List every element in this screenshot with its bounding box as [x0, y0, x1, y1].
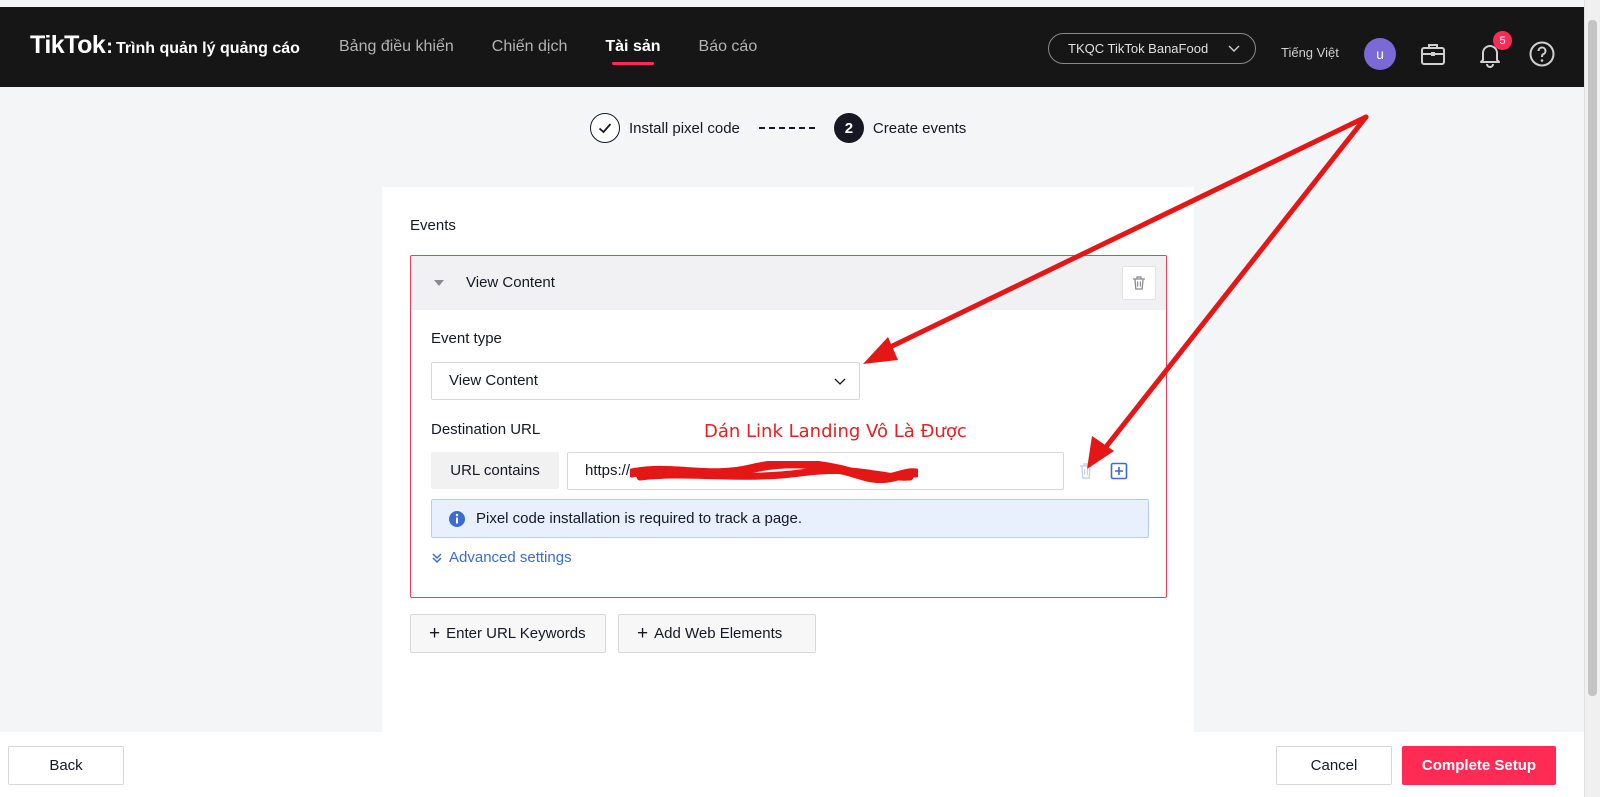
advanced-settings-label: Advanced settings — [449, 549, 572, 566]
nav-dashboard[interactable]: Bảng điều khiển — [339, 7, 454, 87]
account-selector[interactable]: TKQC TikTok BanaFood — [1048, 33, 1256, 64]
plus-icon: + — [429, 623, 441, 644]
footer-action-bar: Back Cancel Complete Setup — [0, 732, 1584, 797]
annotation-caption: Dán Link Landing Vô Là Được — [704, 421, 967, 442]
notice-text: Pixel code installation is required to t… — [476, 510, 803, 527]
add-url-icon[interactable] — [1109, 461, 1129, 481]
event-type-label: Event type — [431, 330, 502, 347]
info-icon — [449, 511, 465, 527]
complete-setup-button[interactable]: Complete Setup — [1402, 746, 1556, 785]
pixel-required-notice: Pixel code installation is required to t… — [431, 499, 1149, 538]
chevron-down-icon — [834, 378, 846, 385]
logo-wordmark: TikTok — [30, 31, 106, 59]
step-number-indicator: 2 — [833, 113, 864, 143]
scrollbar-thumb[interactable] — [1588, 20, 1597, 696]
event-panel-header[interactable]: View Content — [411, 256, 1166, 310]
logo-subtitle: Trình quản lý quảng cáo — [115, 40, 300, 57]
enter-url-keywords-button[interactable]: + Enter URL Keywords — [410, 614, 606, 653]
collapse-caret-icon[interactable] — [434, 280, 444, 286]
logo-colon: : — [106, 36, 113, 58]
delete-event-button[interactable] — [1122, 266, 1156, 300]
double-chevron-down-icon — [432, 552, 442, 563]
nav-campaigns[interactable]: Chiến dịch — [492, 7, 568, 87]
event-type-select[interactable]: View Content — [431, 362, 860, 400]
help-icon[interactable] — [1528, 40, 1556, 68]
tiktok-ads-logo[interactable]: TikTok : Trình quản lý quảng cáo — [30, 31, 300, 60]
user-avatar[interactable]: u — [1364, 38, 1396, 70]
nav-assets[interactable]: Tài sản — [605, 7, 661, 87]
plus-icon: + — [637, 623, 649, 644]
enter-url-keywords-label: Enter URL Keywords — [446, 625, 586, 642]
language-switcher[interactable]: Tiếng Việt — [1281, 45, 1339, 60]
cancel-button[interactable]: Cancel — [1276, 746, 1392, 785]
nav-reports[interactable]: Báo cáo — [699, 7, 758, 87]
main-nav: Bảng điều khiển Chiến dịch Tài sản Báo c… — [339, 7, 795, 87]
advanced-settings-toggle[interactable]: Advanced settings — [431, 549, 572, 566]
setup-stepper: Install pixel code 2 Create events — [590, 113, 966, 143]
notification-badge: 5 — [1493, 31, 1512, 50]
checkmark-icon — [598, 123, 612, 134]
step-label-create-events: Create events — [872, 119, 967, 137]
add-web-elements-label: Add Web Elements — [654, 625, 783, 642]
redaction-scribble — [630, 461, 918, 483]
trash-icon[interactable] — [1076, 461, 1096, 481]
destination-url-input[interactable]: https:// — [567, 452, 1064, 490]
back-button[interactable]: Back — [8, 746, 124, 785]
step-label-install: Install pixel code — [629, 119, 740, 137]
event-panel-title: View Content — [466, 274, 555, 291]
briefcase-icon[interactable] — [1419, 40, 1447, 68]
url-match-type[interactable]: URL contains — [431, 452, 559, 489]
top-navigation-bar: TikTok : Trình quản lý quảng cáo Bảng đi… — [0, 7, 1584, 87]
events-card: Events View Content Event type View Cont… — [382, 187, 1194, 732]
add-web-elements-button[interactable]: + Add Web Elements — [618, 614, 816, 653]
step-complete-indicator — [590, 113, 620, 143]
chevron-down-icon — [1228, 45, 1240, 52]
destination-url-label: Destination URL — [431, 421, 541, 438]
event-type-value: View Content — [449, 372, 538, 389]
destination-url-value: https:// — [585, 462, 631, 479]
step-connector — [758, 127, 815, 129]
account-name: TKQC TikTok BanaFood — [1068, 41, 1209, 56]
page-scrollbar[interactable] — [1584, 0, 1600, 797]
trash-icon — [1133, 276, 1145, 290]
events-section-title: Events — [410, 217, 456, 234]
